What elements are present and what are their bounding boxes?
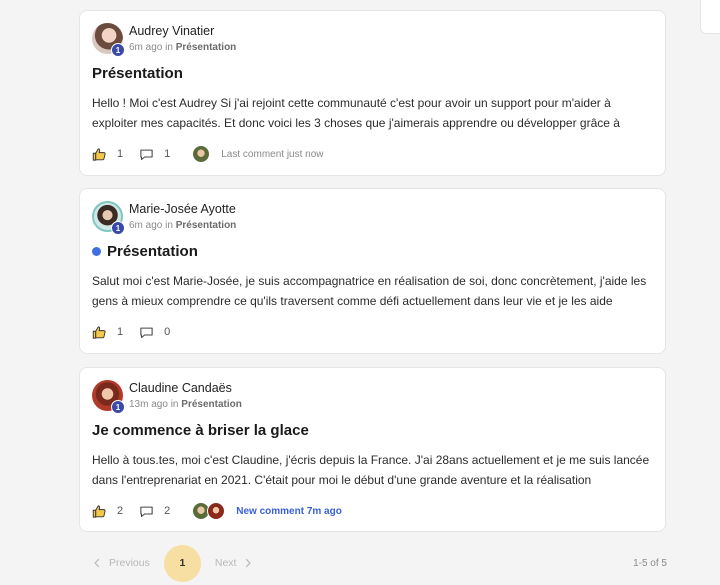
post-time: 6m ago [129, 42, 163, 53]
unread-dot [92, 247, 101, 256]
level-badge: 1 [111, 400, 125, 414]
level-badge: 1 [111, 221, 125, 235]
post-body[interactable]: Hello ! Moi c'est Audrey Si j'ai rejoint… [92, 93, 652, 133]
post-title-text: Je commence à briser la glace [92, 422, 309, 439]
previous-page-button[interactable]: Previous [91, 557, 150, 569]
comment-count: 2 [164, 505, 171, 517]
post-actions: 1 1 Last comment just now [92, 144, 324, 164]
commenter-avatars [192, 145, 211, 163]
comment-count: 0 [164, 326, 171, 338]
author-name[interactable]: Claudine Candaës [129, 381, 232, 395]
post-body[interactable]: Salut moi c'est Marie-Josée, je suis acc… [92, 271, 652, 311]
post-card[interactable]: 1 Audrey Vinatier 6m ago in Présentation… [79, 10, 666, 176]
partial-side-card [700, 0, 720, 34]
chevron-left-icon [94, 558, 100, 568]
comment-button[interactable]: 1 [139, 147, 170, 162]
previous-label: Previous [109, 557, 150, 569]
in-label: in [165, 220, 173, 231]
comment-button[interactable]: 2 [139, 504, 170, 519]
like-button[interactable]: 2 [92, 504, 123, 519]
space-link[interactable]: Présentation [176, 220, 237, 231]
new-comment-link[interactable]: New comment 7m ago [236, 506, 342, 517]
comment-icon [140, 327, 153, 338]
post-title-text: Présentation [107, 243, 198, 260]
commenter-avatars [192, 502, 226, 520]
in-label: in [165, 42, 173, 53]
author-name[interactable]: Audrey Vinatier [129, 24, 214, 38]
level-badge: 1 [111, 43, 125, 57]
like-count: 1 [117, 326, 124, 338]
next-page-button[interactable]: Next [215, 557, 255, 569]
commenter-avatar[interactable] [192, 145, 211, 163]
post-author: 1 Claudine Candaës 13m ago in Présentati… [92, 380, 592, 414]
post-author: 1 Marie-Josée Ayotte 6m ago in Présentat… [92, 201, 592, 235]
post-actions: 2 2 New comment 7m ago [92, 501, 342, 521]
space-link[interactable]: Présentation [181, 399, 242, 410]
post-title[interactable]: Présentation [92, 65, 183, 82]
like-button[interactable]: 1 [92, 147, 123, 162]
current-page[interactable]: 1 [163, 544, 201, 582]
in-label: in [170, 399, 179, 410]
results-count: 1-5 of 5 [633, 557, 667, 569]
next-label: Next [214, 557, 237, 569]
post-body[interactable]: Hello à tous.tes, moi c'est Claudine, j'… [92, 450, 652, 490]
post-meta: 13m ago in Présentation [129, 399, 242, 410]
like-count: 2 [117, 505, 124, 517]
thumbs-up-icon [92, 325, 106, 339]
comment-icon [140, 506, 153, 517]
thumbs-up-icon [92, 147, 106, 161]
like-count: 1 [117, 148, 124, 160]
commenter-avatar[interactable] [207, 502, 226, 520]
comment-count: 1 [164, 148, 171, 160]
comment-icon [140, 149, 153, 160]
post-card[interactable]: 1 Marie-Josée Ayotte 6m ago in Présentat… [79, 188, 666, 354]
post-actions: 1 0 [92, 322, 186, 342]
like-button[interactable]: 1 [92, 325, 123, 340]
post-meta: 6m ago in Présentation [129, 42, 236, 53]
post-time: 13m ago [129, 399, 168, 410]
last-comment-text: Last comment just now [221, 148, 324, 160]
comment-button[interactable]: 0 [139, 325, 170, 340]
chevron-right-icon [246, 558, 252, 568]
post-time: 6m ago [129, 220, 163, 231]
post-title-text: Présentation [92, 65, 183, 82]
post-card[interactable]: 1 Claudine Candaës 13m ago in Présentati… [79, 367, 666, 532]
thumbs-up-icon [92, 504, 106, 518]
post-author: 1 Audrey Vinatier 6m ago in Présentation [92, 23, 592, 57]
post-meta: 6m ago in Présentation [129, 220, 236, 231]
space-link[interactable]: Présentation [176, 42, 237, 53]
post-title[interactable]: Présentation [92, 243, 198, 260]
post-title[interactable]: Je commence à briser la glace [92, 422, 309, 439]
author-name[interactable]: Marie-Josée Ayotte [129, 202, 236, 216]
pagination: Previous 1 Next 1-5 of 5 [79, 543, 667, 583]
